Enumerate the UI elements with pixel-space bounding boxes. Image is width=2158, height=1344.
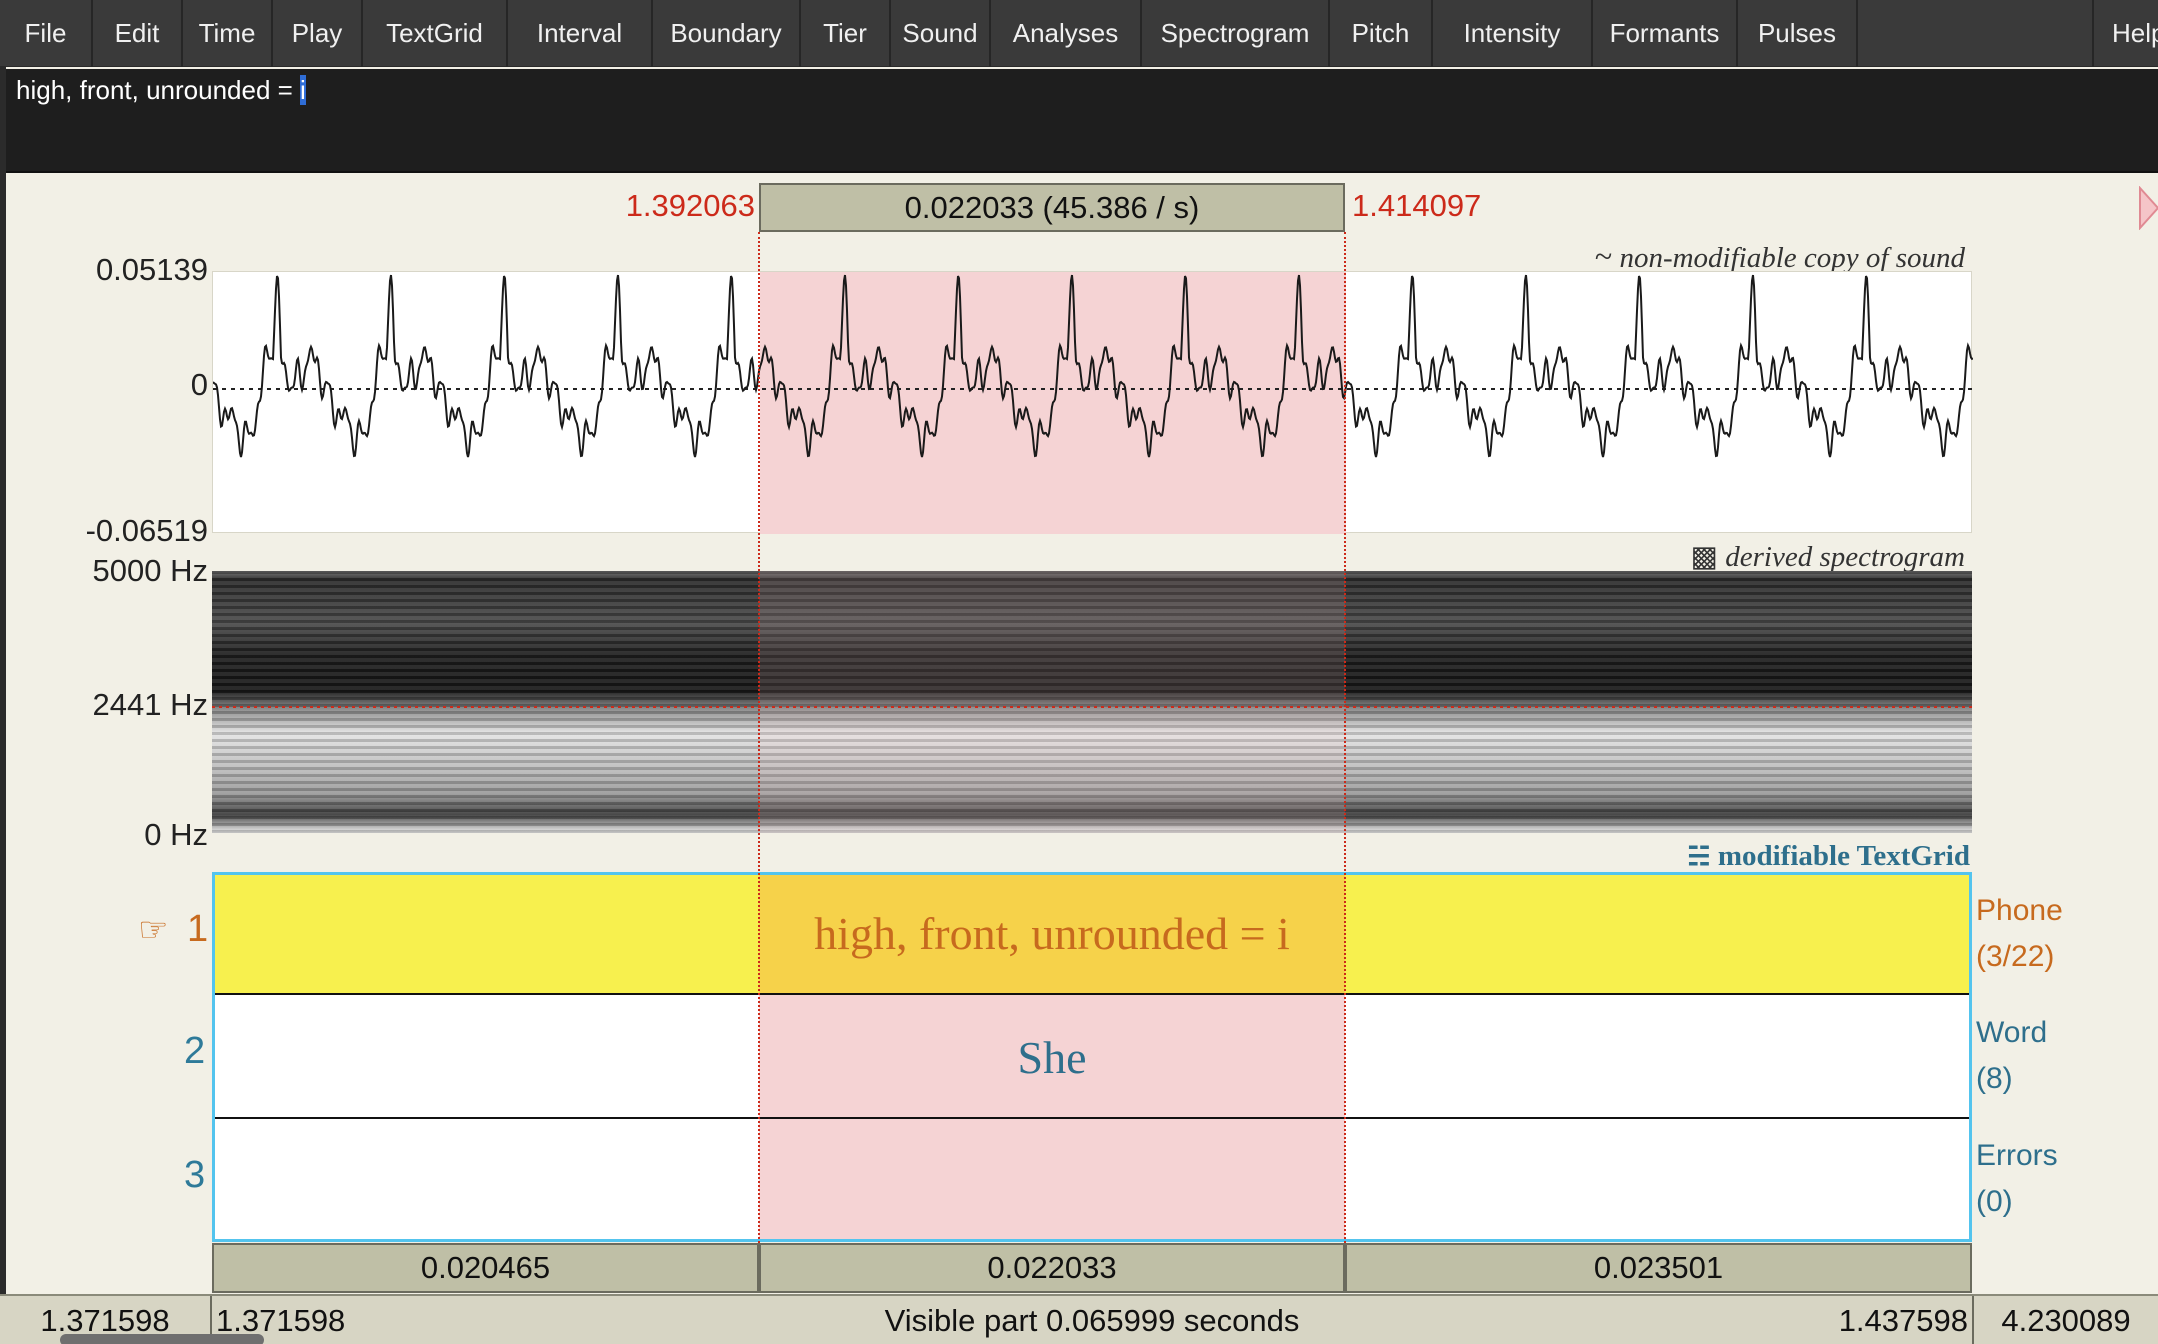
tier-2-count: (8) bbox=[1976, 1062, 2013, 1095]
selection-end-time: 1.414097 bbox=[1352, 188, 1482, 223]
tier-phone[interactable]: high, front, unrounded = i bbox=[215, 875, 1969, 995]
spectrogram-icon: ▩ bbox=[1690, 541, 1719, 573]
text-field-prefix: high, front, unrounded = bbox=[16, 75, 301, 105]
selected-tier-pointer-icon: ☞ bbox=[138, 911, 169, 949]
sound-icon: ~ bbox=[1594, 238, 1613, 274]
menu-sound[interactable]: Sound bbox=[891, 0, 991, 67]
selection-start-time: 1.392063 bbox=[625, 188, 755, 223]
menu-tier[interactable]: Tier bbox=[801, 0, 891, 67]
waveform-plot bbox=[213, 272, 1973, 534]
tier-word-label: She bbox=[1017, 1032, 1087, 1083]
menu-spectrogram[interactable]: Spectrogram bbox=[1142, 0, 1330, 67]
menu-pulses[interactable]: Pulses bbox=[1738, 0, 1858, 67]
tier-3-name-text: Errors bbox=[1976, 1139, 2058, 1172]
tier-errors-selected-interval[interactable] bbox=[759, 1119, 1345, 1239]
spectrogram-panel[interactable] bbox=[212, 571, 1972, 833]
menu-edit[interactable]: Edit bbox=[93, 0, 183, 67]
waveform-y-zero: 0 bbox=[190, 367, 208, 402]
spectrogram-cursor-frequency: 2441 Hz bbox=[92, 687, 208, 722]
visible-part-label: Visible part 0.065999 seconds bbox=[884, 1303, 1300, 1338]
waveform-y-min: -0.06519 bbox=[85, 513, 208, 548]
selection-duration-bar[interactable]: 0.022033 (45.386 / s) bbox=[759, 183, 1345, 232]
tier-1-name-text: Phone bbox=[1976, 894, 2063, 927]
tier-word[interactable]: She bbox=[215, 995, 1969, 1119]
tier-1-number[interactable]: 1 bbox=[187, 908, 208, 951]
selection-end-line bbox=[1344, 232, 1346, 1243]
window-left-edge bbox=[0, 67, 6, 1344]
duration-selection-label: 0.022033 bbox=[987, 1250, 1117, 1285]
tier-phone-label: high, front, unrounded = i bbox=[814, 908, 1290, 959]
tier-2-name-text: Word bbox=[1976, 1016, 2048, 1049]
duration-selection[interactable]: 0.022033 bbox=[759, 1243, 1345, 1293]
duration-after-label: 0.023501 bbox=[1593, 1250, 1724, 1285]
tier-2-number[interactable]: 2 bbox=[184, 1030, 205, 1073]
horizontal-scrollbar-thumb[interactable] bbox=[60, 1334, 264, 1344]
tier-1-name[interactable]: Phone (3/22) bbox=[1976, 888, 2063, 980]
menu-intensity[interactable]: Intensity bbox=[1433, 0, 1593, 67]
menu-interval[interactable]: Interval bbox=[508, 0, 653, 67]
spectrogram-selection bbox=[759, 571, 1345, 833]
tier-1-count: (3/22) bbox=[1976, 940, 2055, 973]
menu-bar: File Edit Time Play TextGrid Interval Bo… bbox=[0, 0, 2158, 67]
visible-end-label: 1.437598 bbox=[1838, 1303, 1968, 1338]
menu-analyses[interactable]: Analyses bbox=[991, 0, 1142, 67]
menu-play[interactable]: Play bbox=[273, 0, 363, 67]
textgrid-icon: ☵ bbox=[1687, 842, 1711, 871]
spectrogram-plot bbox=[212, 571, 1972, 833]
selection-duration-label: 0.022033 (45.386 / s) bbox=[904, 189, 1200, 225]
menu-boundary[interactable]: Boundary bbox=[653, 0, 801, 67]
spectrogram-f-min: 0 Hz bbox=[144, 817, 208, 852]
tier-2-name[interactable]: Word (8) bbox=[1976, 1010, 2047, 1102]
duration-before-label: 0.020465 bbox=[420, 1250, 551, 1285]
menu-textgrid[interactable]: TextGrid bbox=[363, 0, 508, 67]
spectrogram-caption: ▩ derived spectrogram bbox=[1545, 539, 1965, 574]
duration-before-selection[interactable]: 0.020465 bbox=[212, 1243, 759, 1293]
selection-start-line bbox=[758, 232, 760, 1243]
waveform-panel[interactable] bbox=[212, 271, 1973, 534]
spectrogram-caption-text: derived spectrogram bbox=[1725, 541, 1965, 573]
menu-file[interactable]: File bbox=[0, 0, 93, 67]
textgrid-caption-text: modifiable TextGrid bbox=[1717, 840, 1970, 872]
waveform-y-max: 0.05139 bbox=[95, 252, 208, 287]
menu-time[interactable]: Time bbox=[183, 0, 273, 67]
waveform-caption: ~ non-modifiable copy of sound bbox=[1545, 238, 1965, 275]
menu-formants[interactable]: Formants bbox=[1593, 0, 1738, 67]
waveform-caption-text: non-modifiable copy of sound bbox=[1619, 242, 1965, 274]
menu-help[interactable]: Help bbox=[2092, 0, 2158, 67]
total-end-button[interactable]: 4.230089 bbox=[1972, 1296, 2158, 1344]
menu-pitch[interactable]: Pitch bbox=[1330, 0, 1433, 67]
spectrogram-f-max: 5000 Hz bbox=[92, 553, 208, 588]
textgrid-caption: ☵ modifiable TextGrid bbox=[1545, 840, 1970, 873]
tier-errors[interactable] bbox=[215, 1119, 1969, 1239]
tier-3-count: (0) bbox=[1976, 1185, 2013, 1218]
tier-3-name[interactable]: Errors (0) bbox=[1976, 1133, 2058, 1225]
text-field-selection: i bbox=[300, 75, 306, 105]
play-triangle-icon[interactable] bbox=[2138, 186, 2158, 230]
total-end-label: 4.230089 bbox=[2001, 1303, 2131, 1338]
interval-text-field[interactable]: high, front, unrounded = i bbox=[6, 69, 2158, 173]
text-field-value[interactable]: high, front, unrounded = i bbox=[16, 75, 306, 106]
time-bar: 1.371598 1.371598 Visible part 0.065999 … bbox=[0, 1294, 2158, 1344]
textgrid-panel[interactable]: high, front, unrounded = i She bbox=[212, 872, 1972, 1242]
duration-after-selection[interactable]: 0.023501 bbox=[1345, 1243, 1972, 1293]
tier-3-number[interactable]: 3 bbox=[184, 1154, 205, 1197]
